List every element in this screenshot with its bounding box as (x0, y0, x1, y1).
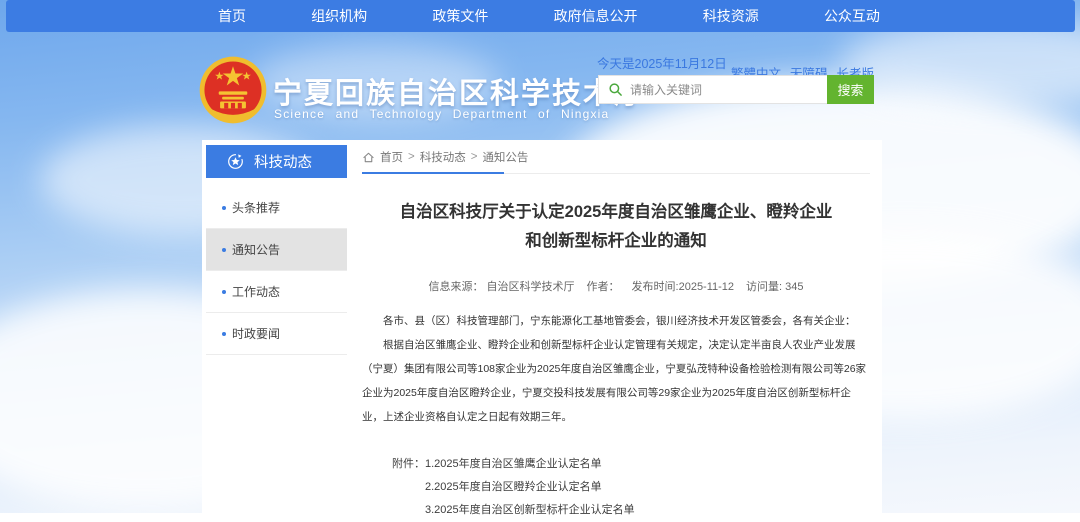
nav-item-home[interactable]: 首页 (218, 6, 246, 26)
breadcrumb-separator: > (471, 151, 478, 163)
nav-item-interaction[interactable]: 公众互动 (824, 6, 880, 26)
breadcrumb: 首页 > 科技动态 > 通知公告 (362, 149, 870, 174)
sidebar-item-label: 工作动态 (232, 283, 280, 300)
attachment-link-2[interactable]: 2.2025年度自治区瞪羚企业认定名单 (425, 476, 635, 499)
article-meta: 信息来源： 自治区科学技术厅 作者： 发布时间:2025-11-12 访问量: … (362, 278, 870, 294)
meta-visit-count: 访问量: 345 (746, 278, 803, 294)
site-title: 宁夏回族自治区科学技术厅 (273, 70, 645, 112)
site-subtitle: Science and Technology Department of Nin… (274, 107, 609, 121)
sidebar-item-label: 头条推荐 (232, 199, 280, 216)
search-box[interactable] (598, 75, 827, 104)
home-icon (362, 151, 375, 164)
article-area: 首页 > 科技动态 > 通知公告 自治区科技厅关于认定2025年度自治区雏鹰企业… (362, 149, 870, 522)
sidebar-title: 科技动态 (254, 151, 312, 172)
article-paragraph: 各市、县（区）科技管理部门，宁东能源化工基地管委会，银川经济技术开发区管委会，各… (362, 309, 870, 333)
breadcrumb-separator: > (408, 151, 415, 163)
nav-item-resources[interactable]: 科技资源 (703, 6, 759, 26)
nav-item-policy[interactable]: 政策文件 (432, 6, 488, 26)
sidebar-item-work-updates[interactable]: 工作动态 (206, 271, 347, 313)
bullet-dot (222, 332, 226, 336)
nav-items: 首页 组织机构 政策文件 政府信息公开 科技资源 公众互动 (218, 6, 880, 26)
nav-item-organization[interactable]: 组织机构 (311, 6, 367, 26)
sidebar-item-label: 通知公告 (232, 241, 280, 258)
search-icon (608, 82, 623, 97)
sidebar-item-notices[interactable]: 通知公告 (206, 229, 347, 271)
star-circle-icon (227, 153, 244, 170)
attachments-label: 附件： (392, 453, 425, 522)
nav-item-gov-info[interactable]: 政府信息公开 (554, 6, 638, 26)
breadcrumb-tech-news[interactable]: 科技动态 (420, 149, 466, 165)
attachment-link-1[interactable]: 1.2025年度自治区雏鹰企业认定名单 (425, 453, 635, 476)
article-paragraph: 根据自治区雏鹰企业、瞪羚企业和创新型标杆企业认定管理有关规定，决定认定半亩良人农… (362, 333, 870, 429)
bullet-dot (222, 248, 226, 252)
article-title: 自治区科技厅关于认定2025年度自治区雏鹰企业、瞪羚企业 和创新型标杆企业的通知 (362, 198, 870, 256)
article-title-line2: 和创新型标杆企业的通知 (362, 227, 870, 256)
national-emblem-icon (199, 56, 267, 124)
sidebar-item-label: 时政要闻 (232, 325, 280, 342)
sidebar-header: 科技动态 (206, 145, 347, 178)
sidebar-item-headlines[interactable]: 头条推荐 (206, 187, 347, 229)
attachments-list: 1.2025年度自治区雏鹰企业认定名单 2.2025年度自治区瞪羚企业认定名单 … (425, 453, 635, 522)
sidebar-item-current-affairs[interactable]: 时政要闻 (206, 313, 347, 355)
meta-publish-time: 发布时间:2025-11-12 (632, 278, 735, 294)
bullet-dot (222, 206, 226, 210)
sidebar: 科技动态 头条推荐 通知公告 工作动态 时政要闻 (206, 145, 347, 355)
national-emblem-logo[interactable] (199, 56, 267, 124)
main-content-panel: 科技动态 头条推荐 通知公告 工作动态 时政要闻 (202, 140, 882, 513)
search-button[interactable]: 搜索 (827, 75, 874, 104)
bullet-dot (222, 290, 226, 294)
article-body: 各市、县（区）科技管理部门，宁东能源化工基地管委会，银川经济技术开发区管委会，各… (362, 309, 870, 429)
top-navigation-bar: 首页 组织机构 政策文件 政府信息公开 科技资源 公众互动 (6, 0, 1075, 32)
breadcrumb-notices[interactable]: 通知公告 (482, 149, 528, 165)
breadcrumb-home[interactable]: 首页 (380, 149, 403, 165)
article-title-line1: 自治区科技厅关于认定2025年度自治区雏鹰企业、瞪羚企业 (362, 198, 870, 227)
meta-author: 作者： (587, 278, 620, 294)
sidebar-menu: 头条推荐 通知公告 工作动态 时政要闻 (206, 187, 347, 355)
meta-source: 信息来源： 自治区科学技术厅 (428, 278, 574, 294)
attachment-link-3[interactable]: 3.2025年度自治区创新型标杆企业认定名单 (425, 499, 635, 522)
search-bar: 搜索 (598, 75, 874, 104)
search-input[interactable] (630, 83, 827, 97)
attachments-block: 附件： 1.2025年度自治区雏鹰企业认定名单 2.2025年度自治区瞪羚企业认… (392, 453, 870, 522)
